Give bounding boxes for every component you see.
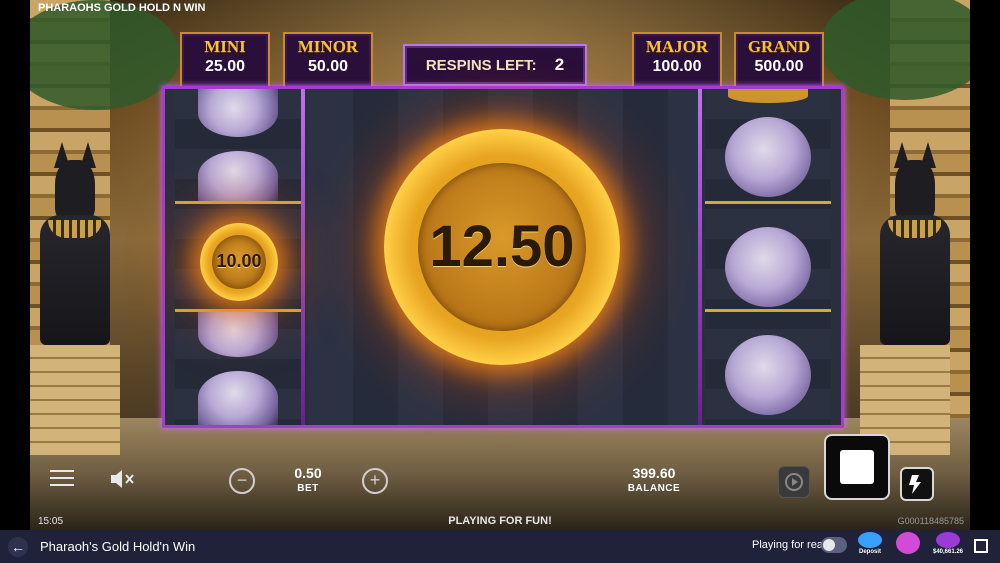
jackpotz-icon	[936, 532, 960, 548]
playing-for-real-label: Playing for real	[752, 539, 826, 551]
session-id: G000118485785	[897, 516, 964, 526]
row-divider	[175, 201, 301, 204]
mystery-orb	[198, 312, 278, 357]
jackpot-value: 50.00	[307, 58, 349, 75]
back-arrow-icon[interactable]: ←	[8, 537, 28, 557]
sound-muted-icon[interactable]	[108, 466, 138, 492]
promo-free-spins[interactable]	[893, 532, 923, 561]
jackpot-value: 100.00	[652, 58, 702, 75]
jackpot-name: MINOR	[297, 37, 359, 56]
mystery-orb	[198, 371, 278, 425]
mystery-orb	[198, 151, 278, 201]
jackpot-name: GRAND	[747, 37, 811, 56]
spin-stop-button[interactable]	[824, 434, 890, 500]
play-mode: PLAYING FOR FUN!	[448, 515, 552, 527]
footer-bar: ← Pharaoh's Gold Hold'n Win Playing for …	[0, 530, 1000, 563]
decrease-bet-button[interactable]: −	[229, 468, 255, 494]
promo-jackpotz[interactable]: $40,661.26	[928, 532, 968, 561]
footer-game-title: Pharaoh's Gold Hold'n Win	[40, 539, 196, 554]
jackpotz-amount: $40,661.26	[932, 549, 964, 555]
bet-value: 0.50	[294, 465, 322, 481]
game-title: PHARAOHS GOLD HOLD N WIN	[38, 2, 206, 14]
free-spins-icon	[896, 532, 920, 554]
balance-label: BALANCE	[627, 483, 681, 494]
balance-value: 399.60	[632, 465, 676, 481]
mystery-orb	[198, 89, 278, 137]
anubis-statue-left	[30, 142, 120, 360]
promo-bonus-deposit[interactable]: Deposit	[855, 532, 885, 561]
mystery-orb	[725, 227, 811, 307]
fullscreen-icon[interactable]	[974, 539, 988, 553]
reel-grid: 10.00 12.50	[162, 86, 844, 428]
bet-label: BET	[297, 483, 319, 494]
jackpot-minor: MINOR 50.00	[283, 32, 373, 88]
balance-display: 399.60 BALANCE	[618, 465, 690, 494]
jackpot-mini: MINI 25.00	[180, 32, 270, 88]
coin-big-value: 12.50	[429, 214, 575, 279]
row-divider	[705, 201, 831, 204]
coin-big: 12.50	[384, 129, 620, 365]
reel-divider	[301, 89, 305, 425]
respins-counter: RESPINS LEFT: 2	[403, 44, 587, 86]
reel-divider	[698, 89, 702, 425]
jackpot-name: MINI	[204, 37, 246, 56]
mystery-orb	[728, 89, 808, 103]
bonus-icon	[858, 532, 882, 548]
menu-icon[interactable]	[50, 470, 74, 488]
jackpot-major: MAJOR 100.00	[632, 32, 722, 88]
promo-label: Deposit	[858, 549, 881, 555]
jackpot-value: 25.00	[204, 58, 246, 75]
turbo-button[interactable]	[900, 467, 934, 501]
bet-display: 0.50 BET	[280, 465, 336, 494]
anubis-statue-right	[870, 142, 960, 360]
status-bar: 15:05 PLAYING FOR FUN! G000118485785	[30, 512, 970, 530]
mystery-orb	[725, 117, 811, 197]
row-divider	[705, 309, 831, 312]
coin-small-value: 10.00	[216, 251, 262, 271]
respins-label: RESPINS LEFT:	[425, 56, 537, 74]
stop-icon	[840, 450, 874, 484]
top-bar: PHARAOHS GOLD HOLD N WIN	[0, 0, 1000, 14]
autoplay-icon[interactable]	[778, 466, 810, 498]
playing-for-real-toggle[interactable]	[821, 537, 847, 553]
mystery-orb	[725, 335, 811, 415]
increase-bet-button[interactable]: +	[362, 468, 388, 494]
left-pedestal	[30, 345, 120, 455]
jackpot-grand: GRAND 500.00	[734, 32, 824, 88]
coin-small: 10.00	[200, 223, 278, 301]
jackpot-name: MAJOR	[645, 37, 709, 56]
respins-value: 2	[554, 55, 565, 74]
jackpot-value: 500.00	[754, 58, 804, 75]
